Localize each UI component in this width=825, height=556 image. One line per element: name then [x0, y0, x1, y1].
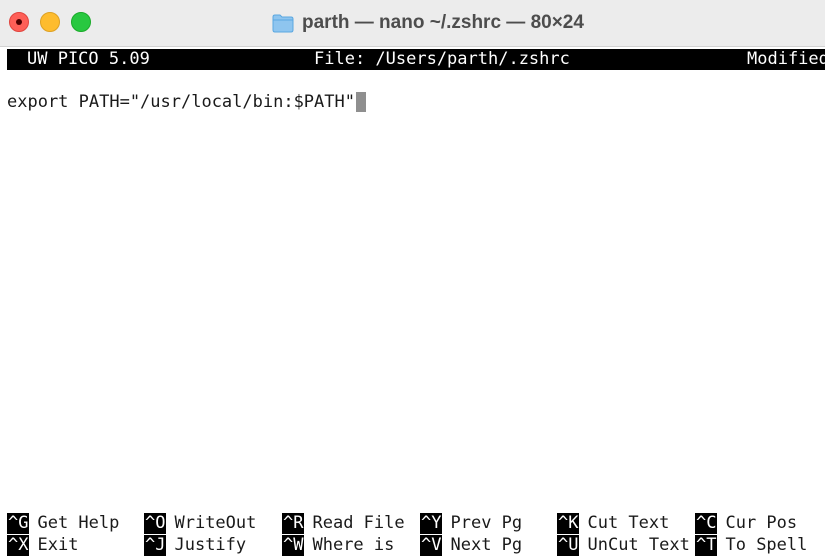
folder-icon [272, 13, 294, 33]
shortcut-writeout[interactable]: ^O WriteOut [144, 513, 256, 534]
shortcut-to-spell[interactable]: ^T To Spell [695, 535, 807, 556]
app-version: UW PICO 5.09 [27, 49, 150, 69]
shortcut-cur-pos[interactable]: ^C Cur Pos [695, 513, 797, 534]
shortcut-label: Next Pg [450, 535, 523, 555]
shortcut-label: WriteOut [174, 513, 257, 533]
shortcut-bar: ^G Get Help ^O WriteOut ^R Read File ^Y Prev… [7, 513, 825, 556]
text-cursor [356, 92, 366, 112]
nano-header-bar: UW PICO 5.09 File: /Users/parth/.zshrc M… [7, 49, 825, 70]
shortcut-uncut-text[interactable]: ^U UnCut Text [557, 535, 690, 556]
shortcut-next-page[interactable]: ^V Next Pg [420, 535, 522, 556]
shortcut-key: ^X [7, 535, 30, 556]
shortcut-key: ^W [282, 535, 305, 556]
shortcut-label: Exit [37, 535, 79, 555]
editor-line[interactable]: export PATH="/usr/local/bin:$PATH" [7, 91, 366, 113]
file-name: File: /Users/parth/.zshrc [314, 49, 570, 69]
shortcut-key: ^T [695, 535, 718, 556]
shortcut-key: ^Y [420, 513, 443, 534]
modified-status: Modified [747, 49, 825, 69]
shortcut-label: Prev Pg [450, 513, 523, 533]
terminal-content[interactable]: UW PICO 5.09 File: /Users/parth/.zshrc M… [0, 47, 825, 556]
window-title-text: parth — nano ~/.zshrc — 80×24 [302, 12, 584, 33]
shortcut-key: ^C [695, 513, 718, 534]
shortcut-get-help[interactable]: ^G Get Help [7, 513, 119, 534]
shortcut-key: ^U [557, 535, 580, 556]
shortcut-key: ^O [144, 513, 167, 534]
window-title: parth — nano ~/.zshrc — 80×24 [272, 10, 584, 36]
shortcut-label: Cut Text [587, 513, 670, 533]
terminal-window: parth — nano ~/.zshrc — 80×24 UW PICO 5.… [0, 0, 825, 556]
shortcut-key: ^K [557, 513, 580, 534]
shortcut-label: Read File [312, 513, 405, 533]
shortcut-key: ^G [7, 513, 30, 534]
maximize-button[interactable] [71, 12, 91, 32]
shortcut-where-is[interactable]: ^W Where is [282, 535, 394, 556]
shortcut-label: Get Help [37, 513, 120, 533]
shortcut-key: ^R [282, 513, 305, 534]
close-button[interactable] [9, 12, 29, 32]
shortcut-label: UnCut Text [587, 535, 690, 555]
shortcut-justify[interactable]: ^J Justify [144, 535, 246, 556]
shortcut-label: Justify [174, 535, 247, 555]
shortcut-exit[interactable]: ^X Exit [7, 535, 78, 556]
shortcut-read-file[interactable]: ^R Read File [282, 513, 405, 534]
shortcut-label: To Spell [725, 535, 808, 555]
shortcut-cut-text[interactable]: ^K Cut Text [557, 513, 669, 534]
title-bar[interactable]: parth — nano ~/.zshrc — 80×24 [0, 0, 825, 47]
shortcut-key: ^V [420, 535, 443, 556]
shortcut-label: Where is [312, 535, 395, 555]
shortcut-key: ^J [144, 535, 167, 556]
editor-line-text: export PATH="/usr/local/bin:$PATH" [7, 92, 355, 112]
minimize-button[interactable] [40, 12, 60, 32]
shortcut-label: Cur Pos [725, 513, 798, 533]
shortcut-prev-page[interactable]: ^Y Prev Pg [420, 513, 522, 534]
